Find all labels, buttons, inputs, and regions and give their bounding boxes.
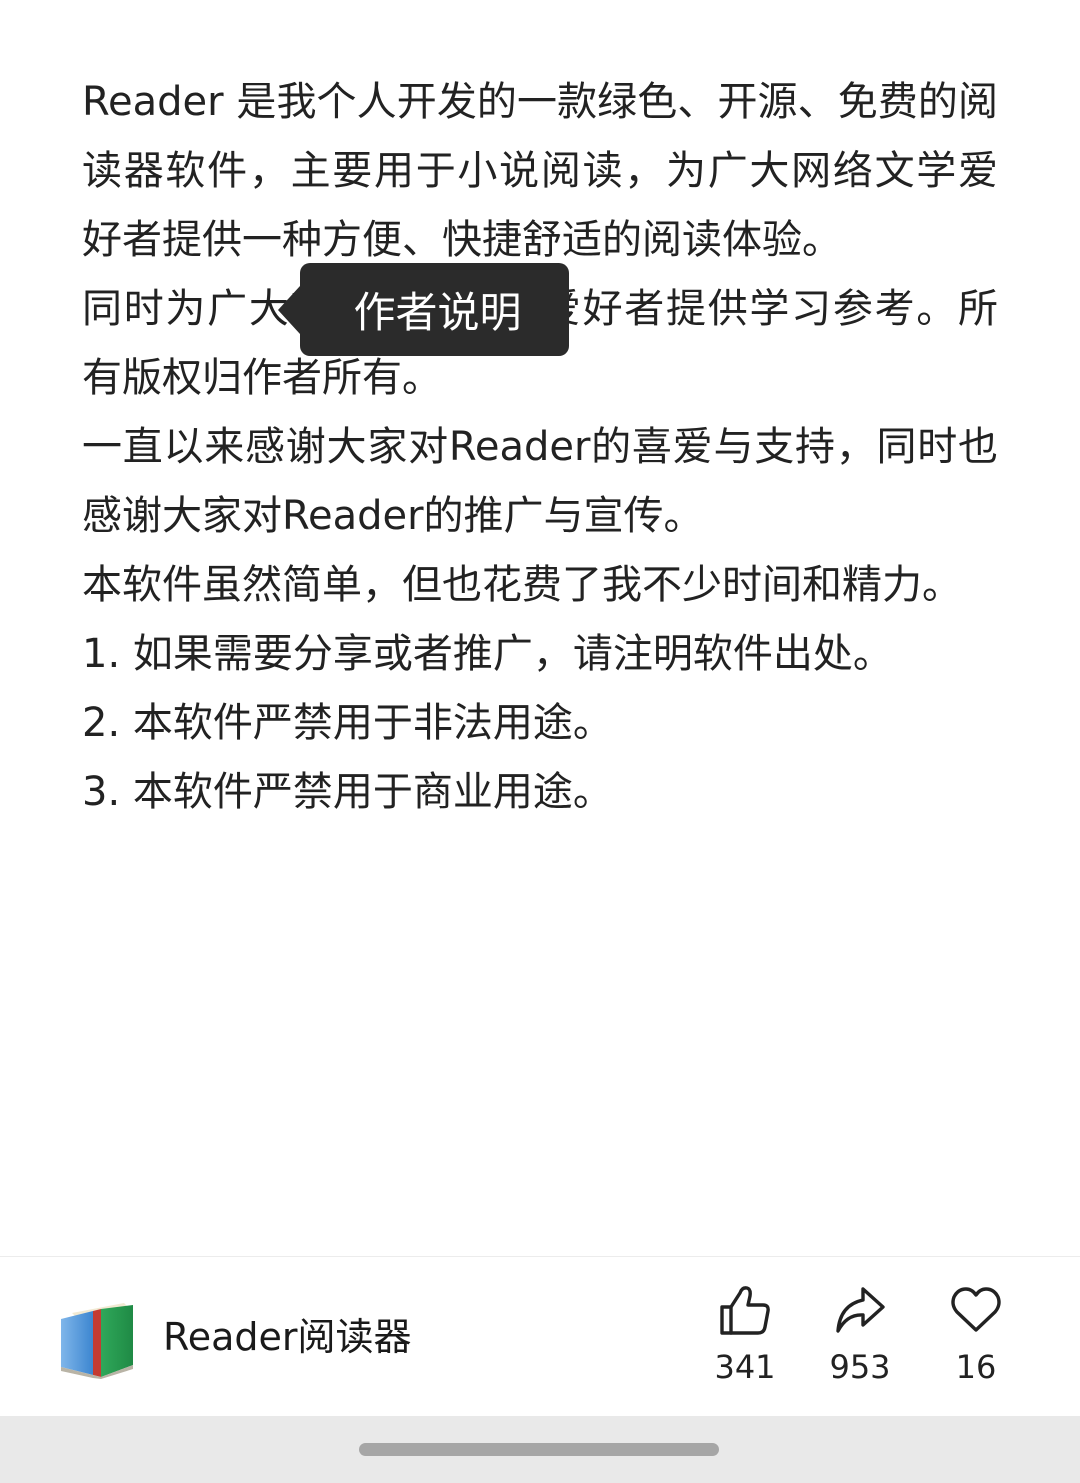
app-footer: Reader阅读器 341 953 16 — [0, 1256, 1080, 1417]
system-nav-bar — [0, 1416, 1080, 1483]
share-count: 953 — [829, 1348, 891, 1386]
article-list-item: 1. 如果需要分享或者推广，请注明软件出处。 — [82, 631, 893, 677]
app-name[interactable]: Reader阅读器 — [163, 1313, 412, 1361]
article-paragraph: Reader 是我个人开发的一款绿色、开源、免费的阅读器软件，主要用于小说阅读，… — [82, 79, 998, 263]
article-paragraph: 一直以来感谢大家对Reader的喜爱与支持，同时也感谢大家对Reader的推广与… — [82, 424, 998, 539]
tooltip-label: 作者说明 — [353, 288, 522, 337]
author-note-tooltip[interactable]: 作者说明 — [300, 263, 569, 356]
article-list-item: 2. 本软件严禁用于非法用途。 — [82, 700, 613, 746]
favorite-button[interactable]: 16 — [921, 1283, 1031, 1387]
article-body: Reader 是我个人开发的一款绿色、开源、免费的阅读器软件，主要用于小说阅读，… — [82, 68, 998, 827]
article-list-item: 3. 本软件严禁用于商业用途。 — [82, 769, 613, 815]
like-button[interactable]: 341 — [690, 1283, 800, 1387]
home-indicator[interactable] — [359, 1443, 719, 1456]
share-button[interactable]: 953 — [805, 1283, 915, 1387]
favorite-count: 16 — [955, 1348, 997, 1386]
thumbs-up-icon — [720, 1286, 770, 1335]
heart-icon — [951, 1287, 1001, 1332]
share-arrow-icon — [836, 1287, 885, 1333]
article-paragraph: 本软件虽然简单，但也花费了我不少时间和精力。 — [82, 562, 962, 608]
book-icon[interactable] — [58, 1299, 136, 1379]
like-count: 341 — [714, 1348, 776, 1386]
